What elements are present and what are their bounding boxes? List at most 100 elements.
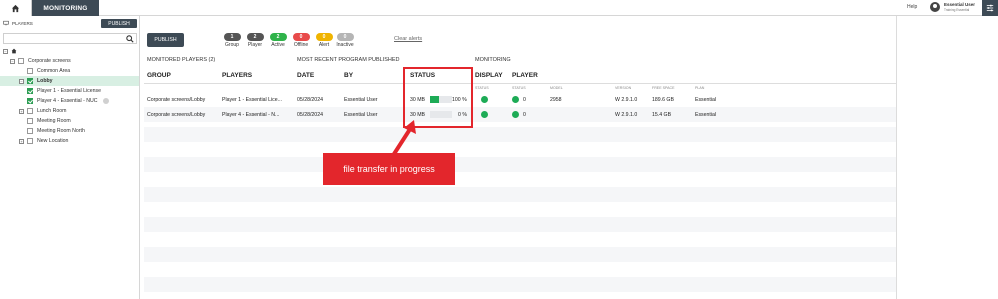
- table-row[interactable]: Corporate screens/Lobby Player 1 - Essent…: [144, 92, 896, 107]
- collapse-icon[interactable]: −: [19, 78, 24, 84]
- subcolumn-plan: PLAN: [695, 86, 705, 90]
- stat-count-badge: 0: [292, 33, 310, 41]
- tab-monitoring[interactable]: MONITORING: [32, 0, 99, 16]
- cell-player[interactable]: Player 4 - Essential - N...: [222, 112, 279, 118]
- column-date[interactable]: DATE: [297, 72, 314, 79]
- column-group[interactable]: GROUP: [147, 72, 171, 79]
- column-by[interactable]: BY: [344, 72, 353, 79]
- stat-count-badge: 2: [269, 33, 287, 41]
- column-players[interactable]: PLAYERS: [222, 72, 252, 79]
- screen-icon: [3, 20, 9, 26]
- help-link[interactable]: Help: [907, 4, 917, 10]
- collapse-icon[interactable]: −: [10, 58, 15, 64]
- player-status-dot-icon: [512, 111, 519, 118]
- cell-date: 05/28/2024: [297, 97, 323, 103]
- tree-node[interactable]: − Corporate screens: [0, 56, 139, 66]
- empty-row: [144, 157, 896, 172]
- tree-checkbox[interactable]: [18, 58, 24, 64]
- search-icon[interactable]: [126, 35, 134, 43]
- cell-player-count: 0: [523, 112, 526, 118]
- tree-node-label: Meeting Room: [37, 118, 71, 124]
- players-panel: PLAYERS PUBLISH − − Corporate screens Comm…: [0, 16, 140, 299]
- tree-node-label: Player 4 - Essential - NUC: [37, 98, 98, 104]
- stat-player[interactable]: 2 Player: [244, 33, 266, 48]
- cell-version: W 2.9.1.0: [615, 97, 638, 103]
- tree-checkbox[interactable]: [27, 118, 33, 124]
- tree-node-label: Corporate screens: [28, 58, 71, 64]
- tree-node-label: New Location: [37, 138, 69, 144]
- cell-model: 2958: [550, 97, 562, 103]
- tree-checkbox[interactable]: [27, 98, 33, 104]
- stat-group[interactable]: 1 Group: [221, 33, 243, 48]
- tree-node[interactable]: Meeting Room North: [0, 126, 139, 136]
- subcolumn-player-status: STATUS: [512, 86, 526, 90]
- stat-offline[interactable]: 0 Offline: [290, 33, 312, 48]
- home-button[interactable]: [0, 0, 32, 16]
- cell-by: Essential User: [344, 112, 378, 118]
- display-status-dot-icon: [481, 111, 488, 118]
- tree-checkbox[interactable]: [27, 138, 33, 144]
- tree-node[interactable]: − Lobby: [0, 76, 139, 86]
- publish-players-button[interactable]: PUBLISH: [101, 19, 137, 28]
- cell-free-space: 189.6 GB: [652, 97, 674, 103]
- stat-label: Inactive: [336, 42, 354, 48]
- column-player[interactable]: PLAYER: [512, 72, 538, 79]
- subcolumn-free-space: FREE SPACE: [652, 86, 675, 90]
- tree-node[interactable]: Meeting Room: [0, 116, 139, 126]
- tree-checkbox[interactable]: [27, 108, 33, 114]
- cell-player-count: 0: [523, 97, 526, 103]
- cell-free-space: 15.4 GB: [652, 112, 672, 118]
- tree-checkbox[interactable]: [27, 68, 33, 74]
- stat-count-badge: 0: [315, 33, 333, 41]
- tree-node-label: Lunch Room: [37, 108, 67, 114]
- column-display[interactable]: DISPLAY: [475, 72, 503, 79]
- tree-node[interactable]: + New Location: [0, 136, 139, 146]
- stat-count-badge: 0: [336, 33, 354, 41]
- empty-row: [144, 187, 896, 202]
- stat-label: Offline: [293, 42, 309, 48]
- collapse-icon[interactable]: −: [3, 48, 8, 54]
- header-divider: [144, 83, 896, 84]
- tree-node[interactable]: Common Area: [0, 66, 139, 76]
- players-label: PLAYERS: [12, 20, 33, 26]
- stat-count-badge: 2: [246, 33, 264, 41]
- stat-label: Active: [271, 42, 285, 48]
- table-row[interactable]: Corporate screens/Lobby Player 4 - Essent…: [144, 107, 896, 122]
- cell-plan: Essential: [695, 112, 717, 118]
- tree-node[interactable]: Player 1 - Essential License: [0, 86, 139, 96]
- monitored-players-title: MONITORED PLAYERS (2): [147, 57, 216, 63]
- publish-button[interactable]: PUBLISH: [147, 33, 184, 47]
- cell-version: W 2.9.1.0: [615, 112, 638, 118]
- stat-label: Player: [247, 42, 263, 48]
- tree-root[interactable]: −: [3, 46, 17, 56]
- stat-alert[interactable]: 0 Alert: [313, 33, 335, 48]
- stat-active[interactable]: 2 Active: [267, 33, 289, 48]
- callout-label: file transfer in progress: [323, 153, 455, 185]
- expand-icon[interactable]: +: [19, 138, 24, 144]
- clear-alerts-link[interactable]: Clear alerts: [394, 36, 422, 42]
- expand-icon[interactable]: +: [19, 108, 24, 114]
- user-name[interactable]: Essential User: [944, 2, 975, 7]
- tree-checkbox[interactable]: [27, 78, 33, 84]
- status-dot-icon: [102, 98, 109, 104]
- empty-row: [144, 127, 896, 142]
- cell-by: Essential User: [344, 97, 378, 103]
- monitoring-title: MONITORING: [475, 57, 511, 63]
- tree-checkbox[interactable]: [27, 88, 33, 94]
- program-title: MOST RECENT PROGRAM PUBLISHED: [297, 57, 400, 63]
- tree-node[interactable]: Player 4 - Essential - NUC: [0, 96, 139, 106]
- tree-node-label: Player 1 - Essential License: [37, 88, 102, 94]
- stat-inactive[interactable]: 0 Inactive: [334, 33, 356, 48]
- user-avatar-icon[interactable]: [930, 2, 940, 12]
- stat-label: Alert: [318, 42, 330, 48]
- tree-checkbox[interactable]: [27, 128, 33, 134]
- cell-plan: Essential: [695, 97, 717, 103]
- settings-button[interactable]: [982, 0, 998, 16]
- home-icon: [11, 48, 17, 54]
- cell-group: Corporate screens/Lobby: [147, 97, 206, 103]
- tree-node[interactable]: + Lunch Room: [0, 106, 139, 116]
- search-input[interactable]: [3, 33, 137, 44]
- tree-node-label: Meeting Room North: [37, 128, 85, 134]
- cell-player[interactable]: Player 1 - Essential Lice...: [222, 97, 282, 103]
- right-panel-divider: [896, 16, 897, 299]
